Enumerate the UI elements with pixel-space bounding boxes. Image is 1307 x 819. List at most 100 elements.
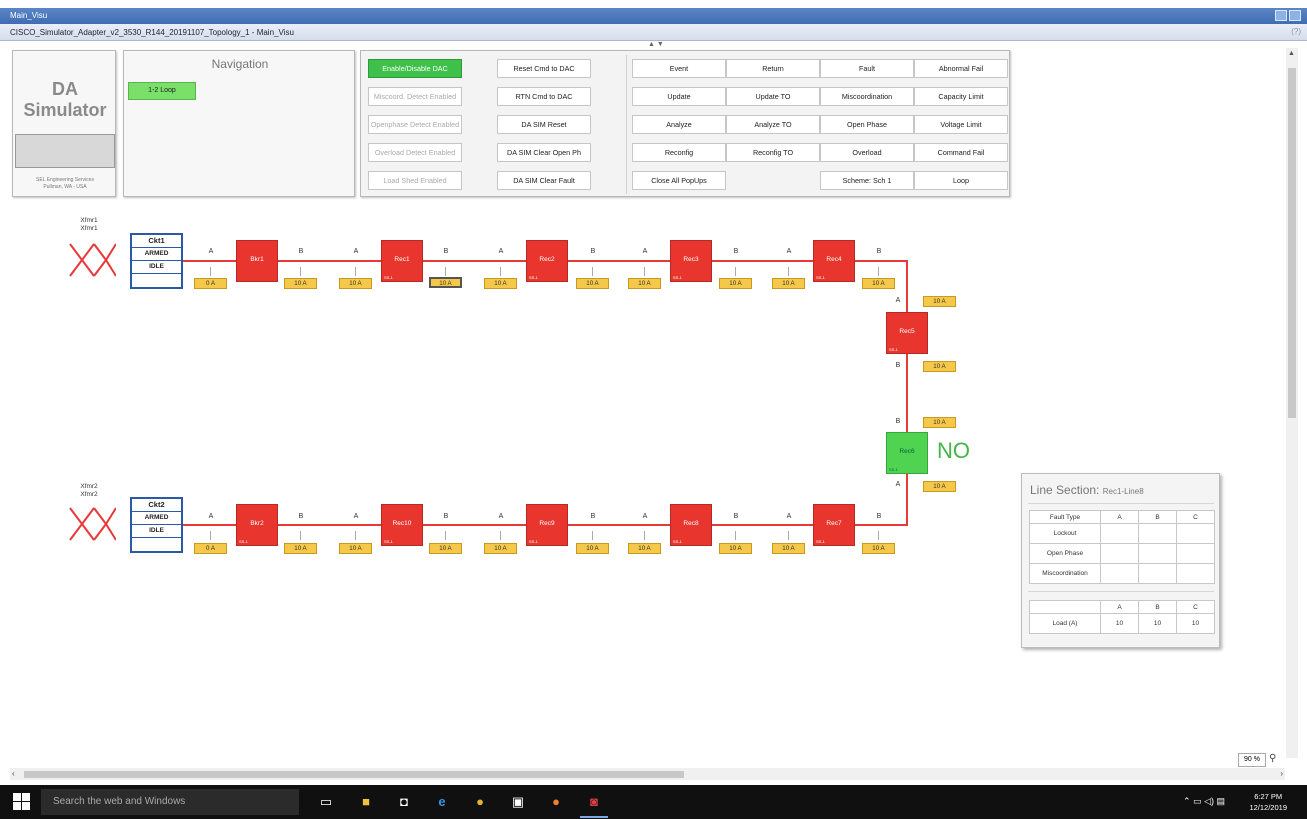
analyze-button[interactable]: Analyze — [632, 115, 726, 134]
horizontal-scroll-thumb[interactable] — [24, 771, 684, 778]
close-popups-button[interactable]: Close All PopUps — [632, 171, 726, 190]
scheme-button[interactable]: Scheme: Sch 1 — [820, 171, 914, 190]
device-bkr2[interactable]: Bkr2 SS-1 — [236, 504, 278, 546]
taskbar-clock[interactable]: 6:27 PM 12/12/2019 — [1249, 791, 1287, 813]
da-sim-reset-button[interactable]: DA SIM Reset — [497, 115, 591, 134]
circuit2-status-box[interactable]: Ckt2 ARMED IDLE — [130, 497, 183, 553]
store-icon[interactable]: ◘ — [396, 794, 412, 810]
normally-open-label: NO — [937, 438, 970, 463]
vertical-scroll-thumb[interactable] — [1288, 68, 1296, 418]
device-bkr1[interactable]: Bkr1 — [236, 240, 278, 282]
edge-icon[interactable]: e — [434, 794, 450, 810]
current-readout: 10 A — [429, 277, 462, 288]
device-rec3[interactable]: Rec3 SS-1 — [670, 240, 712, 282]
vertical-scrollbar[interactable]: ▲ — [1286, 48, 1298, 758]
phase-label: B — [298, 513, 304, 520]
current-readout: 10 A — [923, 361, 956, 372]
table-cell: 10 — [1176, 613, 1215, 634]
command-fail-button[interactable]: Command Fail — [914, 143, 1008, 162]
enable-disable-dac-button[interactable]: Enable/Disable DAC — [368, 59, 462, 78]
open-phase-button[interactable]: Open Phase — [820, 115, 914, 134]
clear-open-ph-button[interactable]: DA SIM Clear Open Ph — [497, 143, 591, 162]
loop-1-2-button[interactable]: 1-2 Loop — [128, 82, 196, 100]
transformer1-icon — [69, 243, 116, 277]
phase-label: B — [298, 248, 304, 255]
device-rec4[interactable]: Rec4 SS-1 — [813, 240, 855, 282]
zoom-level[interactable]: 90 % — [1238, 753, 1266, 767]
device-rec10[interactable]: Rec10 SS-1 — [381, 504, 423, 546]
current-readout: 0 A — [194, 278, 227, 289]
phase-label: B — [895, 362, 901, 369]
circuit2-empty — [132, 538, 181, 551]
table-header — [1029, 600, 1101, 614]
line-section-name: Rec1-Line8 — [1102, 487, 1144, 496]
device-rec7[interactable]: Rec7 SS-1 — [813, 504, 855, 546]
device-rec8[interactable]: Rec8 SS-1 — [670, 504, 712, 546]
reconfig-button[interactable]: Reconfig — [632, 143, 726, 162]
collapse-arrow-icon[interactable]: ▲ ▼ — [648, 41, 664, 48]
return-button[interactable]: Return — [726, 59, 820, 78]
rtn-cmd-button[interactable]: RTN Cmd to DAC — [497, 87, 591, 106]
current-readout: 10 A — [484, 278, 517, 289]
capacity-limit-button[interactable]: Capacity Limit — [914, 87, 1008, 106]
restore-button[interactable] — [1275, 10, 1287, 21]
current-readout: 10 A — [719, 543, 752, 554]
device-label: Rec2 — [539, 256, 555, 263]
column-divider — [626, 55, 627, 194]
file-explorer-icon[interactable]: ■ — [358, 794, 374, 810]
openphase-detect-button[interactable]: Openphase Detect Enabled — [368, 115, 462, 134]
load-shed-button[interactable]: Load Shed Enabled — [368, 171, 462, 190]
horizontal-scrollbar[interactable]: ‹ › — [10, 768, 1285, 780]
miscoord-detect-button[interactable]: Miscoord. Detect Enabled — [368, 87, 462, 106]
analyze-to-button[interactable]: Analyze TO — [726, 115, 820, 134]
line-section-title-text: Line Section: — [1030, 483, 1100, 497]
loop-button[interactable]: Loop — [914, 171, 1008, 190]
simulator-app-icon[interactable]: ◙ — [580, 794, 608, 818]
current-readout: 10 A — [719, 278, 752, 289]
title-bar: Main_Visu — [0, 8, 1307, 24]
help-button[interactable]: (?) — [1291, 27, 1301, 36]
device-sub-label: SS-1 — [384, 539, 393, 544]
device-rec6[interactable]: Rec6 SS-1 — [886, 432, 928, 474]
device-rec5[interactable]: Rec5 SS-1 — [886, 312, 928, 354]
scroll-right-icon[interactable]: › — [1280, 769, 1283, 778]
device-sub-label: SS-1 — [673, 539, 682, 544]
event-button[interactable]: Event — [632, 59, 726, 78]
chrome-icon[interactable]: ● — [472, 794, 488, 810]
update-button[interactable]: Update — [632, 87, 726, 106]
reset-cmd-button[interactable]: Reset Cmd to DAC — [497, 59, 591, 78]
phase-label: B — [590, 248, 596, 255]
miscoordination-button[interactable]: Miscoordination — [820, 87, 914, 106]
scroll-up-icon[interactable]: ▲ — [1288, 50, 1295, 57]
system-tray-icons[interactable]: ⌃ ▭ ◁) ▤ — [1183, 796, 1225, 807]
zoom-icon[interactable]: ⚲ — [1269, 753, 1276, 764]
current-readout: 10 A — [923, 417, 956, 428]
right-feeder-line — [906, 260, 908, 525]
windows-start-icon[interactable] — [13, 793, 31, 811]
voltage-limit-button[interactable]: Voltage Limit — [914, 115, 1008, 134]
overload-button[interactable]: Overload — [820, 143, 914, 162]
window-app-icon[interactable]: ▣ — [510, 794, 526, 810]
task-view-icon[interactable]: ▭ — [318, 794, 334, 810]
table-header: B — [1138, 510, 1177, 524]
reconfig-to-button[interactable]: Reconfig TO — [726, 143, 820, 162]
close-button[interactable] — [1289, 10, 1301, 21]
abnormal-fail-button[interactable]: Abnormal Fail — [914, 59, 1008, 78]
update-to-button[interactable]: Update TO — [726, 87, 820, 106]
logo-image-box — [15, 134, 115, 168]
device-label: Rec10 — [392, 520, 412, 527]
divider — [1028, 503, 1214, 504]
circuit1-status-box[interactable]: Ckt1 ARMED IDLE — [130, 233, 183, 289]
line-section-title: Line Section: Rec1-Line8 — [1030, 483, 1144, 497]
device-rec9[interactable]: Rec9 SS-1 — [526, 504, 568, 546]
firefox-icon[interactable]: ● — [548, 794, 564, 810]
fault-button[interactable]: Fault — [820, 59, 914, 78]
scroll-left-icon[interactable]: ‹ — [12, 769, 15, 778]
overload-detect-button[interactable]: Overload Detect Enabled — [368, 143, 462, 162]
device-rec1[interactable]: Rec1 SS-1 — [381, 240, 423, 282]
device-rec2[interactable]: Rec2 SS-1 — [526, 240, 568, 282]
clear-fault-button[interactable]: DA SIM Clear Fault — [497, 171, 591, 190]
taskbar-search-input[interactable]: Search the web and Windows — [41, 789, 299, 815]
phase-label: A — [498, 248, 504, 255]
meter-stub — [592, 531, 593, 540]
